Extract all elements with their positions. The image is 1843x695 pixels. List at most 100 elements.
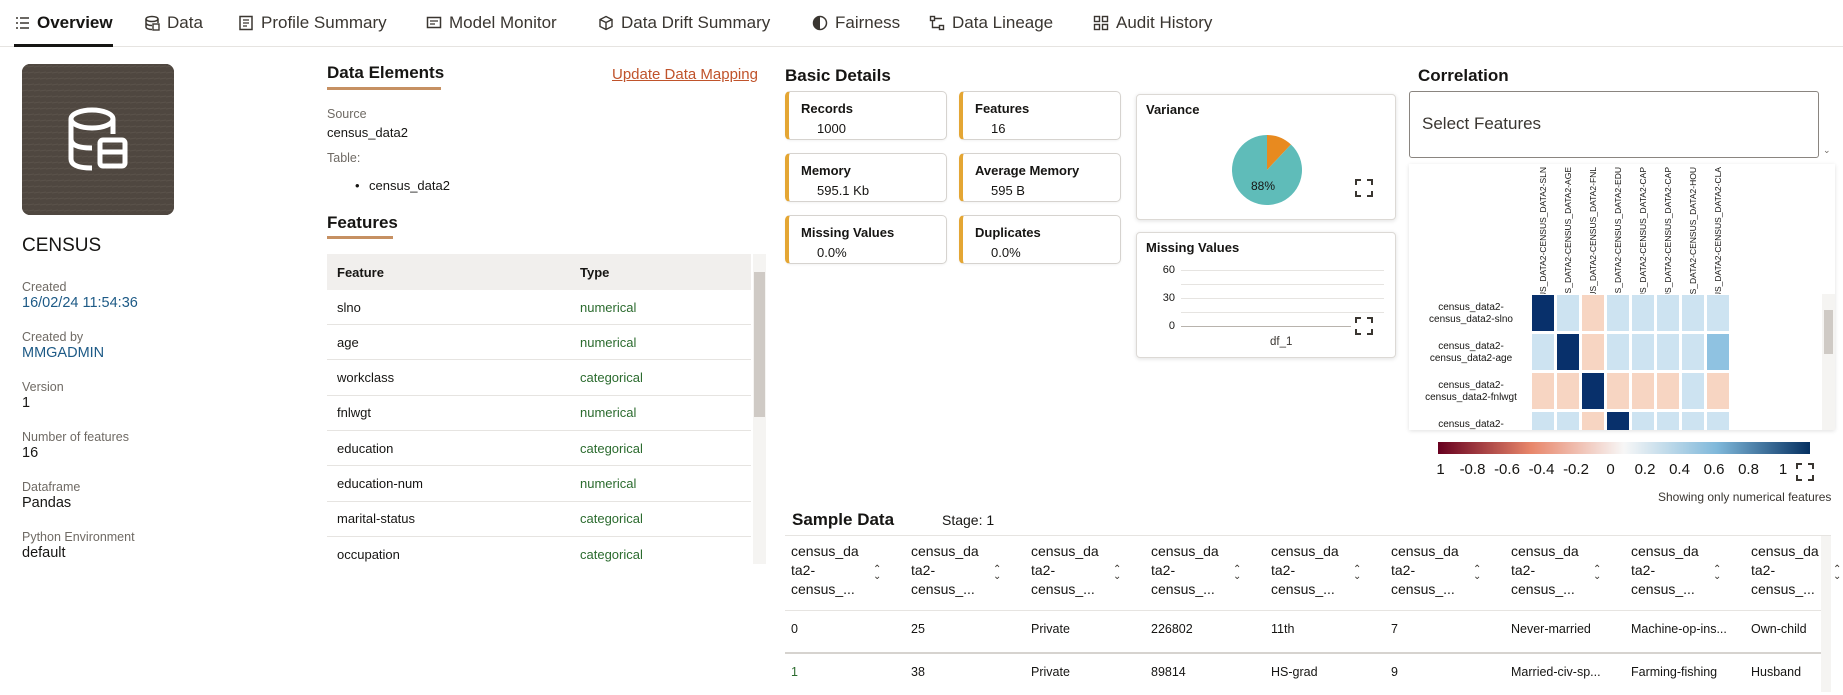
features-scrollbar[interactable] [753, 254, 766, 564]
tab-audit-history[interactable]: Audit History [1093, 0, 1212, 46]
heatmap-cell[interactable] [1606, 372, 1630, 410]
tab-model-monitor[interactable]: Model Monitor [426, 0, 557, 46]
header-line: ta2- [1511, 562, 1536, 578]
heatmap-scrollbar[interactable] [1822, 294, 1835, 430]
col-type-header[interactable]: Type [580, 254, 609, 290]
heatmap-cell[interactable] [1531, 411, 1555, 430]
heatmap-cell[interactable] [1681, 372, 1705, 410]
heatmap-col-label: NSUS_DATA2-CENSUS_DATA2-CAP [1638, 167, 1648, 311]
divider [785, 610, 1831, 611]
sort-icon[interactable]: ⌃ ⌄ [1233, 565, 1241, 582]
heatmap-cell[interactable] [1631, 372, 1655, 410]
header-line: census_... [1151, 581, 1215, 597]
feature-type: numerical [580, 334, 637, 350]
heatmap-cell[interactable] [1706, 411, 1730, 430]
heatmap-cell[interactable] [1656, 333, 1680, 371]
heatmap-cell[interactable] [1556, 333, 1580, 371]
sample-cell: Private [1031, 622, 1070, 636]
scrollbar-thumb[interactable] [754, 272, 765, 417]
sort-icon[interactable]: ⌃ ⌄ [1473, 565, 1481, 582]
heatmap-cell[interactable] [1556, 294, 1580, 332]
sample-col-header[interactable]: census_da ta2- census_... ⌃ ⌄ [1151, 542, 1261, 617]
tab-label: Data Lineage [952, 13, 1054, 32]
heatmap-cell[interactable] [1556, 372, 1580, 410]
sample-cell: Farming-fishing [1631, 665, 1718, 679]
table-row[interactable]: occupation categorical [327, 537, 751, 565]
heatmap-cell[interactable] [1656, 372, 1680, 410]
heatmap-cell[interactable] [1706, 333, 1730, 371]
heatmap-cell[interactable] [1581, 294, 1605, 332]
heatmap-cell[interactable] [1681, 333, 1705, 371]
table-row[interactable]: workclass categorical [327, 361, 751, 396]
sort-icon[interactable]: ⌃ ⌄ [1713, 565, 1721, 582]
table-row[interactable]: slno numerical [327, 290, 751, 325]
table-row[interactable]: education-num numerical [327, 467, 751, 502]
heatmap-cell[interactable] [1581, 411, 1605, 430]
sample-col-header[interactable]: census_da ta2- census_... ⌃ ⌄ [1271, 542, 1381, 617]
table-row[interactable]: fnlwgt numerical [327, 396, 751, 431]
expand-icon[interactable] [1355, 317, 1373, 335]
expand-icon[interactable] [1355, 179, 1373, 197]
header-line: ta2- [791, 562, 816, 578]
sort-icon[interactable]: ⌃ ⌄ [873, 565, 881, 582]
heatmap-cell[interactable] [1706, 294, 1730, 332]
sample-col-header[interactable]: census_da ta2- census_... ⌃ ⌄ [1031, 542, 1141, 617]
col-feature-header[interactable]: Feature [337, 254, 384, 290]
sample-col-header[interactable]: census_da ta2- census_... ⌃ ⌄ [1631, 542, 1741, 617]
sort-icon[interactable]: ⌃ ⌄ [993, 565, 1001, 582]
update-data-mapping-link[interactable]: Update Data Mapping [612, 66, 758, 83]
scale-tick-label: -0.4 [1529, 461, 1555, 478]
tab-data-lineage[interactable]: Data Lineage [929, 0, 1053, 46]
heatmap-cell[interactable] [1556, 411, 1580, 430]
sample-col-header[interactable]: census_da ta2- census_... ⌃ ⌄ [791, 542, 901, 617]
env-value: default [22, 545, 66, 561]
sort-icon[interactable]: ⌃ ⌄ [1113, 565, 1121, 582]
heatmap-cell[interactable] [1581, 333, 1605, 371]
sample-col-header[interactable]: census_da ta2- census_... ⌃ ⌄ [1391, 542, 1501, 617]
sample-col-header[interactable]: census_da ta2- census_... ⌃ ⌄ [1511, 542, 1621, 617]
sample-scrollbar[interactable] [1821, 536, 1831, 692]
heatmap-cell[interactable] [1581, 372, 1605, 410]
sample-cell: 7 [1391, 622, 1398, 636]
expand-icon[interactable] [1796, 463, 1814, 486]
tab-profile-summary[interactable]: Profile Summary [238, 0, 387, 46]
sort-icon[interactable]: ⌃ ⌄ [1593, 565, 1601, 582]
heatmap-cell[interactable] [1606, 333, 1630, 371]
heatmap-cell[interactable] [1531, 294, 1555, 332]
heatmap-cell[interactable] [1681, 294, 1705, 332]
scale-tick-label: -0.8 [1460, 461, 1486, 478]
tab-fairness[interactable]: Fairness [812, 0, 900, 46]
heatmap-cell[interactable] [1606, 411, 1630, 430]
heatmap-cell[interactable] [1531, 333, 1555, 371]
heatmap-cell[interactable] [1531, 372, 1555, 410]
tab-data[interactable]: Data [144, 0, 203, 46]
sort-icon[interactable]: ⌃ ⌄ [1833, 565, 1841, 582]
feature-type: categorical [580, 370, 643, 386]
table-row[interactable]: age numerical [327, 325, 751, 361]
select-features-input[interactable]: Select Features [1409, 91, 1819, 158]
heatmap-cell[interactable] [1656, 294, 1680, 332]
heatmap-cell[interactable] [1606, 294, 1630, 332]
sort-icon[interactable]: ⌃ ⌄ [1353, 565, 1361, 582]
feature-type: categorical [580, 440, 643, 456]
heatmap-cell[interactable] [1681, 411, 1705, 430]
heatmap-cell[interactable] [1631, 333, 1655, 371]
heatmap-cell[interactable] [1631, 294, 1655, 332]
heatmap-col-label: NSUS_DATA2-CENSUS_DATA2-SLN [1538, 167, 1548, 310]
table-row[interactable]: education categorical [327, 431, 751, 467]
sample-col-header[interactable]: census_da ta2- census_... ⌃ ⌄ [911, 542, 1021, 617]
feature-name: marital-status [337, 511, 416, 527]
variance-pie: 88% [1232, 135, 1302, 205]
header-line: census_... [791, 581, 855, 597]
resize-handle-icon[interactable]: ⌄ [1823, 145, 1831, 156]
heatmap-cell[interactable] [1706, 372, 1730, 410]
scrollbar-thumb[interactable] [1824, 310, 1833, 354]
table-row[interactable]: marital-status categorical [327, 502, 751, 537]
heatmap-cell[interactable] [1631, 411, 1655, 430]
heatmap-cell[interactable] [1656, 411, 1680, 430]
sample-cell: Married-civ-sp... [1511, 665, 1601, 679]
tab-overview[interactable]: Overview [14, 0, 113, 47]
created-by-value[interactable]: MMGADMIN [22, 345, 104, 361]
tab-data-drift-summary[interactable]: Data Drift Summary [598, 0, 770, 46]
feature-name: slno [337, 299, 361, 315]
